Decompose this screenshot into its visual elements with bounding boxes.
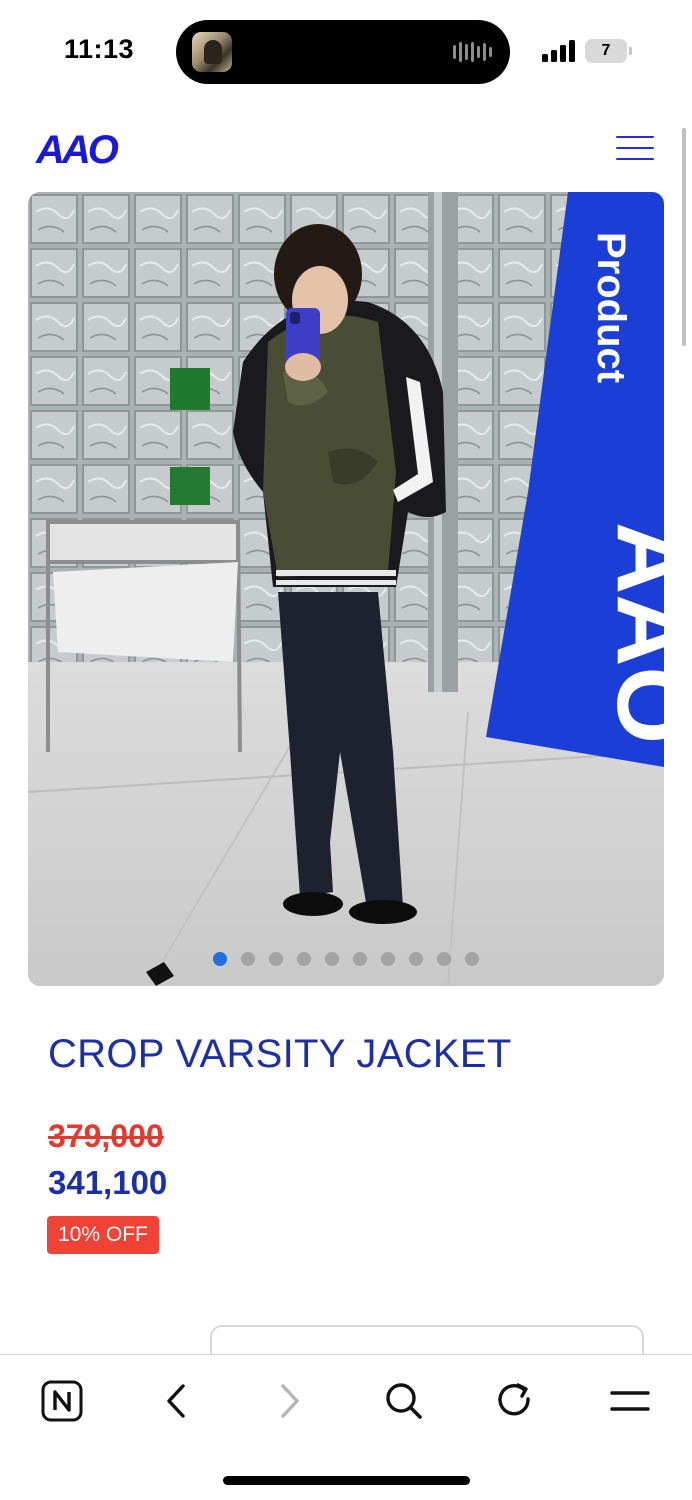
carousel-dot[interactable] <box>241 952 255 966</box>
forward-icon[interactable] <box>266 1377 314 1425</box>
status-bar: 11:13 7 <box>0 0 692 100</box>
original-price: 379,000 <box>48 1118 164 1154</box>
cellular-signal-icon <box>542 40 576 62</box>
carousel-dots <box>28 952 664 966</box>
carousel-dot[interactable] <box>213 952 227 966</box>
carousel-dot[interactable] <box>297 952 311 966</box>
naver-home-icon[interactable] <box>38 1377 86 1425</box>
battery-level: 7 <box>601 42 611 59</box>
product-title: CROP VARSITY JACKET <box>48 1032 512 1076</box>
audio-waveform-icon <box>453 42 492 62</box>
carousel-dot[interactable] <box>437 952 451 966</box>
carousel-dot[interactable] <box>465 952 479 966</box>
carousel-dot[interactable] <box>269 952 283 966</box>
carousel-dot[interactable] <box>353 952 367 966</box>
home-indicator[interactable] <box>223 1476 470 1485</box>
sale-price: 341,100 <box>48 1164 168 1201</box>
menu-icon[interactable] <box>606 1377 654 1425</box>
battery-icon: 7 <box>585 39 627 63</box>
product-photo: AAO Product <box>28 192 664 986</box>
carousel-dot[interactable] <box>325 952 339 966</box>
discount-badge: 10% OFF <box>47 1216 159 1254</box>
site-logo[interactable]: AAO <box>36 128 119 172</box>
carousel-dot[interactable] <box>381 952 395 966</box>
back-icon[interactable] <box>152 1377 200 1425</box>
refresh-icon[interactable] <box>492 1377 540 1425</box>
banner-logo-text: AAO <box>596 522 664 744</box>
search-icon[interactable] <box>380 1377 428 1425</box>
hamburger-menu-icon[interactable] <box>616 136 654 160</box>
battery-nub <box>629 47 632 55</box>
product-image-carousel[interactable]: AAO Product <box>28 192 664 986</box>
carousel-dot[interactable] <box>409 952 423 966</box>
banner-sub-text: Product <box>589 232 633 383</box>
dynamic-island[interactable] <box>176 20 510 84</box>
scrollbar[interactable] <box>682 128 686 346</box>
status-time: 11:13 <box>64 34 135 64</box>
now-playing-thumbnail <box>192 32 232 72</box>
